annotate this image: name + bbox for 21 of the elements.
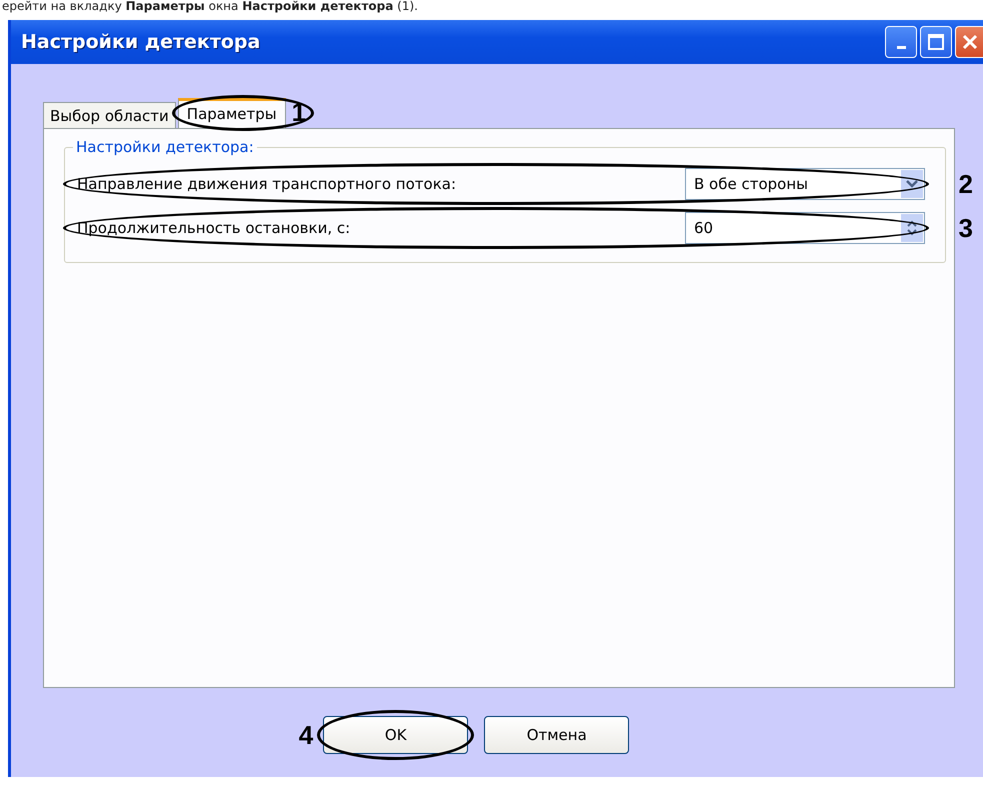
callout-number: 2 xyxy=(958,168,973,200)
maximize-icon xyxy=(927,33,945,51)
instruction-text: ерейти на вкладку Параметры окна Настройки детектора (1). xyxy=(1,0,419,12)
tab[interactable]: Выбор области xyxy=(43,102,176,128)
callout-number: 3 xyxy=(958,212,973,244)
callout-number: 4 xyxy=(298,720,314,750)
spinner-field[interactable]: 60 xyxy=(685,212,925,244)
dialog-button[interactable]: Отмена xyxy=(484,716,630,754)
close-icon xyxy=(960,33,978,51)
dropdown[interactable]: В обе стороны xyxy=(685,168,925,200)
field-label: Продолжительность остановки, с: xyxy=(77,219,350,237)
group-title: Настройки детектора: xyxy=(73,138,257,156)
field-label: Направление движения транспортного потока: xyxy=(77,175,456,193)
window-title: Настройки детектора xyxy=(21,31,260,53)
maximize-button[interactable] xyxy=(920,26,952,58)
spinner-arrows-icon xyxy=(901,214,923,242)
tab[interactable]: Параметры xyxy=(178,98,286,128)
dialog-button[interactable]: OK xyxy=(323,716,468,754)
minimize-icon xyxy=(896,46,906,48)
minimize-button[interactable] xyxy=(885,26,917,58)
close-button[interactable] xyxy=(955,26,983,58)
